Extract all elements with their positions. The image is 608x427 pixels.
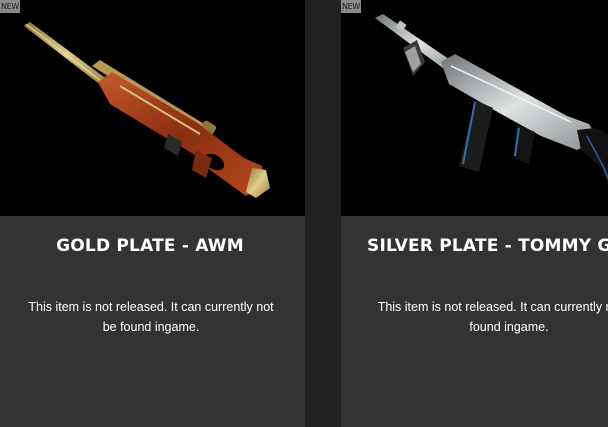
skin-image: NEW [0, 0, 305, 216]
skin-title[interactable]: GOLD PLATE - AWM [0, 236, 300, 256]
skin-card-silver-plate-tommy-gun[interactable]: NEW SILVER PLATE - TOMMY GUN This item i… [341, 0, 608, 427]
skin-image: NEW [341, 0, 608, 216]
skin-gallery: NEW GOLD PLATE - AWM This item is not re… [0, 0, 608, 427]
tommy-gun-icon [375, 14, 608, 185]
skin-description: This item is not released. It can curren… [28, 300, 274, 334]
new-badge: NEW [0, 0, 20, 13]
skin-title[interactable]: SILVER PLATE - TOMMY GUN [367, 236, 608, 256]
awm-sniper-rifle-icon [24, 22, 270, 198]
skin-description: This item is not released. It can curren… [377, 300, 608, 334]
new-badge: NEW [341, 0, 361, 13]
skin-card-gold-plate-awm[interactable]: NEW GOLD PLATE - AWM This item is not re… [0, 0, 305, 427]
